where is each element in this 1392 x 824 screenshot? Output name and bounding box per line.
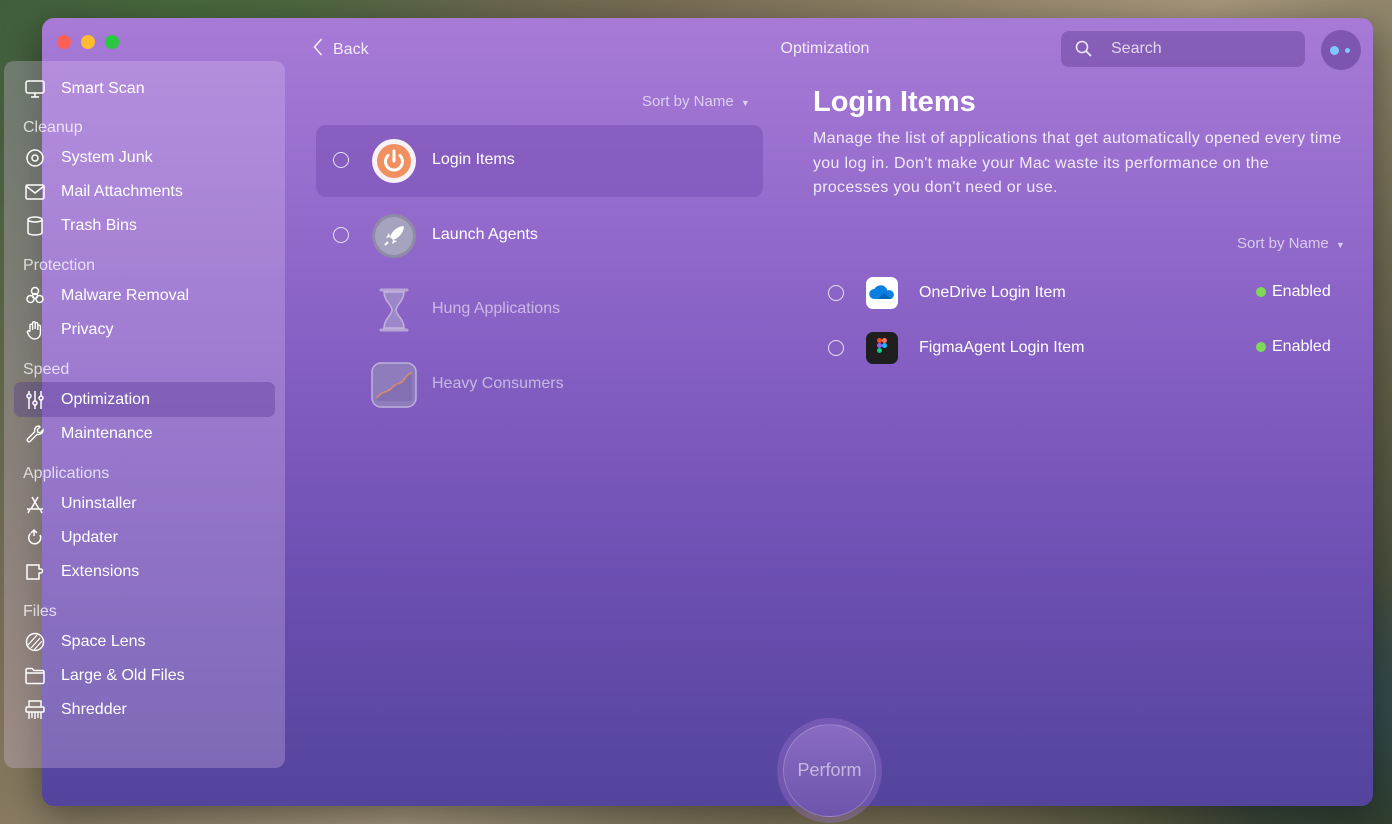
page-title: Optimization [780,40,870,57]
module-row-heavy-consumers[interactable]: Heavy Consumers [316,349,763,421]
sidebar-item-shredder[interactable]: Shredder [4,693,285,727]
sidebar-item-label: Privacy [61,321,114,338]
refresh-icon [24,527,46,549]
caret-down-icon: ▼ [740,98,750,108]
search-field[interactable]: Search [1061,31,1305,67]
lens-icon [24,631,46,653]
biohazard-icon [24,285,46,307]
module-label: Login Items [432,151,515,168]
module-row-login-items[interactable]: Login Items [316,125,763,197]
sort-label: Sort by Name [1237,235,1329,252]
sidebar-item-privacy[interactable]: Privacy [4,313,285,347]
section-heading-cleanup: Cleanup [23,119,83,136]
sort-label: Sort by Name [642,93,734,110]
sidebar-item-label: Updater [61,529,118,546]
select-radio[interactable] [828,285,844,301]
sliders-icon [24,389,46,411]
disc-icon [24,147,46,169]
section-heading-applications: Applications [23,465,110,482]
sidebar-item-space-lens[interactable]: Space Lens [4,625,285,659]
sidebar-item-large-old-files[interactable]: Large & Old Files [4,659,285,693]
chart-icon [371,362,417,408]
login-item-row[interactable]: OneDrive Login Item Enabled [813,273,1343,313]
sidebar-item-label: Trash Bins [61,217,137,234]
sidebar-item-maintenance[interactable]: Maintenance [4,417,285,451]
status-text: Enabled [1272,338,1331,355]
appstore-icon [24,493,46,515]
sidebar-item-label: Shredder [61,701,127,718]
sidebar-item-label: Smart Scan [61,80,145,97]
shredder-icon [24,699,46,721]
sidebar-item-label: Large & Old Files [61,667,185,684]
back-label: Back [333,40,369,58]
section-heading-files: Files [23,603,57,620]
sidebar-item-label: Extensions [61,563,140,580]
item-label: OneDrive Login Item [919,284,1066,301]
wrench-icon [24,423,46,445]
sidebar-item-label: Maintenance [61,425,153,442]
sidebar-item-label: Mail Attachments [61,183,183,200]
section-heading-protection: Protection [23,257,96,274]
section-heading-speed: Speed [23,361,70,378]
puzzle-icon [24,561,46,583]
zoom-window-button[interactable] [105,35,119,49]
status-text: Enabled [1272,283,1331,300]
module-label: Heavy Consumers [432,375,564,392]
module-row-hung-applications[interactable]: Hung Applications [316,274,763,346]
monitor-icon [24,78,46,100]
perform-button[interactable]: Perform [783,724,876,817]
module-label: Hung Applications [432,300,561,317]
detail-title: Login Items [813,86,976,118]
module-row-launch-agents[interactable]: Launch Agents [316,200,763,272]
sidebar-item-label: Space Lens [61,633,146,650]
sidebar-item-malware-removal[interactable]: Malware Removal [4,279,285,313]
sidebar-item-extensions[interactable]: Extensions [4,555,285,589]
item-label: FigmaAgent Login Item [919,339,1085,356]
chevron-left-icon [313,38,323,61]
caret-down-icon: ▼ [1335,240,1345,250]
back-button[interactable]: Back [313,38,369,61]
select-radio[interactable] [333,152,349,168]
status-dot-icon [1256,342,1266,352]
status-dot-icon [1256,287,1266,297]
sidebar-item-label: System Junk [61,149,153,166]
minimize-window-button[interactable] [81,35,95,49]
search-icon [1075,40,1092,62]
sidebar-item-uninstaller[interactable]: Uninstaller [4,487,285,521]
detail-description: Manage the list of applications that get… [813,130,1342,196]
status-badge: Enabled [1256,338,1331,356]
trash-icon [24,215,46,237]
detail-sort-dropdown[interactable]: Sort by Name ▼ [1237,235,1345,252]
search-placeholder: Search [1111,40,1162,57]
folder-icon [24,665,46,687]
assistant-button[interactable] [1321,30,1361,70]
modules-sort-dropdown[interactable]: Sort by Name ▼ [642,93,750,110]
assistant-dot-small-icon [1345,48,1350,53]
sidebar-item-smart-scan[interactable]: Smart Scan [4,72,285,106]
figma-icon [866,332,898,364]
sidebar-item-label: Malware Removal [61,287,190,304]
sidebar-item-trash-bins[interactable]: Trash Bins [4,209,285,243]
sidebar: Smart Scan Cleanup System Junk Mail Atta… [4,61,285,768]
rocket-icon [371,213,417,259]
envelope-icon [24,181,46,203]
login-item-row[interactable]: FigmaAgent Login Item Enabled [813,328,1343,368]
close-window-button[interactable] [57,35,71,49]
module-label: Launch Agents [432,226,538,243]
sidebar-item-mail-attachments[interactable]: Mail Attachments [4,175,285,209]
power-icon [371,138,417,184]
select-radio[interactable] [333,227,349,243]
status-badge: Enabled [1256,283,1331,301]
sidebar-item-label: Optimization [61,391,150,408]
sidebar-item-label: Uninstaller [61,495,137,512]
select-radio[interactable] [828,340,844,356]
sidebar-item-optimization[interactable]: Optimization [4,383,285,417]
sidebar-item-system-junk[interactable]: System Junk [4,141,285,175]
hand-icon [24,319,46,341]
assistant-dots-icon [1330,46,1339,55]
sidebar-item-updater[interactable]: Updater [4,521,285,555]
onedrive-icon [866,277,898,309]
hourglass-icon [371,287,417,333]
